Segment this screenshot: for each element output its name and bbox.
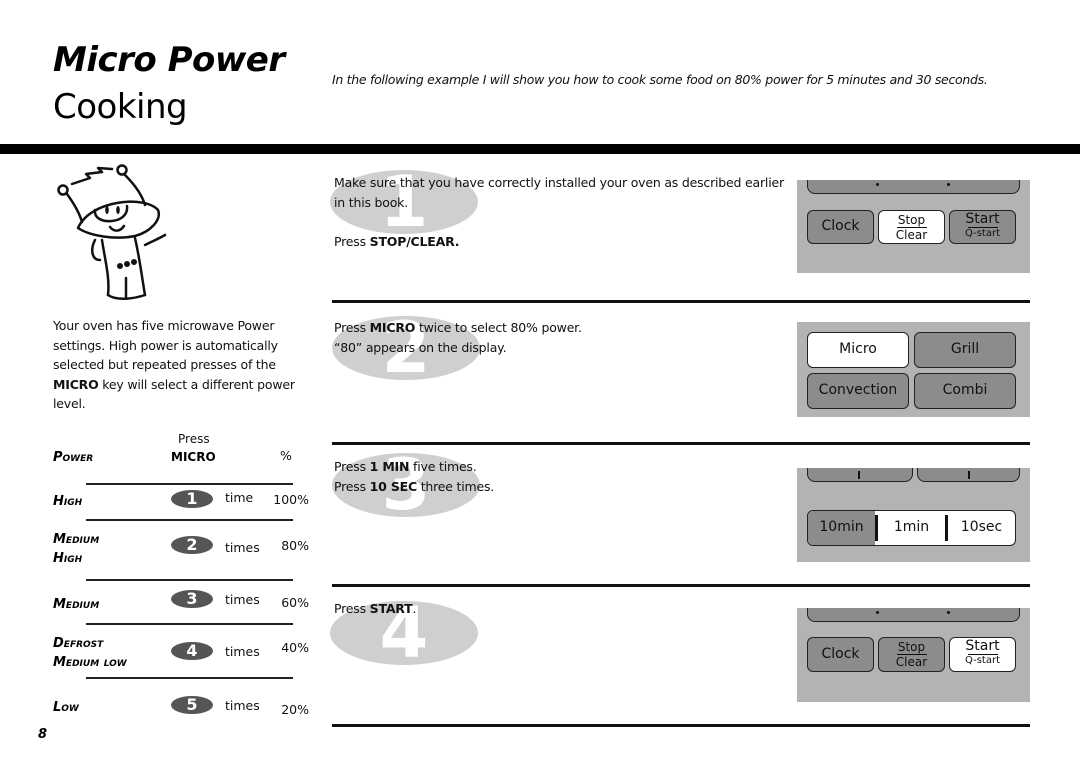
page-subtitle: Cooking [53, 87, 188, 127]
table-divider [86, 677, 293, 679]
step-4-period: . [412, 601, 417, 616]
row-label-line2: Medium low [53, 655, 127, 670]
table-divider [86, 623, 293, 625]
strip-dot [947, 183, 950, 186]
step-1-text: Make sure that you have correctly instal… [334, 173, 794, 212]
header-rule [0, 144, 1080, 154]
step-2-press: Press [334, 320, 370, 335]
step-2-text: Press MICRO twice to select 80% power. “8… [334, 318, 582, 357]
step-2-key: MICRO [369, 320, 416, 335]
step-4-press: Press [334, 601, 370, 616]
row-label: High [53, 494, 83, 509]
row-label: Medium [53, 597, 100, 612]
start-button[interactable]: Start Q-start [949, 210, 1016, 244]
step-2-instruction: twice to select 80% power. [415, 320, 582, 335]
convection-button[interactable]: Convection [807, 373, 909, 409]
step-3-key-10sec: 10 SEC [369, 478, 417, 494]
header-power: Power [53, 450, 94, 465]
start-button[interactable]: Start Q-start [949, 637, 1016, 672]
stop-clear-button[interactable]: Stop Clear [878, 637, 945, 672]
ten-min-button[interactable]: 10min [808, 511, 875, 545]
clock-button[interactable]: Clock [807, 637, 874, 672]
step-divider [332, 584, 1030, 587]
press-count-badge: 3 [171, 590, 213, 608]
control-panel-step-3: 10min 1min 10sec [797, 468, 1030, 562]
step-3-instruction-2: three times. [416, 478, 495, 494]
start-label: Start [965, 638, 1000, 654]
control-panel-step-1: Clock Stop Clear Start Q-start [797, 180, 1030, 273]
control-panel-step-2: Micro Grill Convection Combi [797, 322, 1030, 417]
table-divider [86, 579, 293, 581]
step-1-key: STOP/CLEAR. [369, 234, 460, 249]
header-percent: % [280, 448, 292, 463]
strip-dot [876, 183, 879, 186]
step-divider [332, 300, 1030, 303]
combi-button[interactable]: Combi [914, 373, 1016, 409]
step-4-text: Press START. [334, 599, 416, 619]
step-3-instruction-1: five times. [409, 459, 477, 474]
press-count-badge: 2 [171, 536, 213, 554]
qstart-label: Q-start [964, 655, 1001, 666]
strip-divider [858, 471, 860, 479]
row-percent: 40% [281, 640, 309, 655]
ten-sec-button[interactable]: 10sec [948, 511, 1015, 545]
page-title: Micro Power [53, 40, 285, 80]
row-percent: 60% [281, 595, 309, 610]
qstart-label: Q-start [964, 228, 1001, 239]
row-percent: 80% [281, 538, 309, 553]
step-3-press-2: Press [334, 478, 370, 494]
start-label: Start [965, 211, 1000, 227]
row-label: Low [53, 700, 79, 715]
clear-label: Clear [895, 228, 928, 242]
grill-button[interactable]: Grill [914, 332, 1016, 368]
step-4-key: START [369, 601, 413, 616]
header-press: Press [178, 432, 210, 446]
strip-dot [876, 611, 879, 614]
stop-clear-button[interactable]: Stop Clear [878, 210, 945, 244]
stop-label: Stop [897, 640, 926, 654]
step-2-note: “80” appears on the display. [334, 339, 507, 355]
control-panel-step-4: Clock Stop Clear Start Q-start [797, 608, 1030, 702]
panel-strip-left [807, 468, 913, 482]
press-count-badge: 4 [171, 642, 213, 660]
step-divider [332, 724, 1030, 727]
press-count-badge: 1 [171, 490, 213, 508]
press-count-badge: 5 [171, 696, 213, 714]
clear-label: Clear [895, 655, 928, 669]
step-divider [332, 442, 1030, 445]
panel-strip [807, 180, 1020, 194]
strip-divider [968, 471, 970, 479]
power-description: Your oven has five microwave Power setti… [53, 316, 308, 414]
table-divider [86, 483, 293, 485]
step-1-action: Press STOP/CLEAR. [334, 232, 460, 252]
header-micro: MICRO [171, 450, 216, 464]
panel-strip [807, 608, 1020, 622]
step-3-key-1min: 1 MIN [369, 459, 410, 474]
step-3-press: Press [334, 459, 370, 474]
clock-button[interactable]: Clock [807, 210, 874, 244]
step-1-instruction: Make sure that you have correctly instal… [334, 175, 784, 210]
row-label: Defrost [53, 636, 104, 651]
desc-text: Your oven has five microwave Power setti… [53, 318, 278, 372]
step-3-text: Press 1 MIN five times. Press 10 SEC thre… [334, 457, 494, 496]
stop-label: Stop [897, 213, 926, 227]
mascot-illustration [57, 164, 167, 300]
one-min-button[interactable]: 1min [878, 511, 945, 545]
strip-dot [947, 611, 950, 614]
page-number: 8 [38, 727, 48, 742]
intro-text: In the following example I will show you… [332, 72, 988, 87]
row-percent: 100% [273, 492, 309, 507]
micro-button[interactable]: Micro [807, 332, 909, 368]
row-percent: 20% [281, 702, 309, 717]
row-label-line2: High [53, 551, 83, 566]
row-label: Medium [53, 532, 100, 547]
time-buttons: 10min 1min 10sec [807, 510, 1016, 546]
step-1-press: Press [334, 234, 370, 249]
panel-strip-right [917, 468, 1020, 482]
desc-key: MICRO [53, 376, 99, 392]
table-divider [86, 519, 293, 521]
